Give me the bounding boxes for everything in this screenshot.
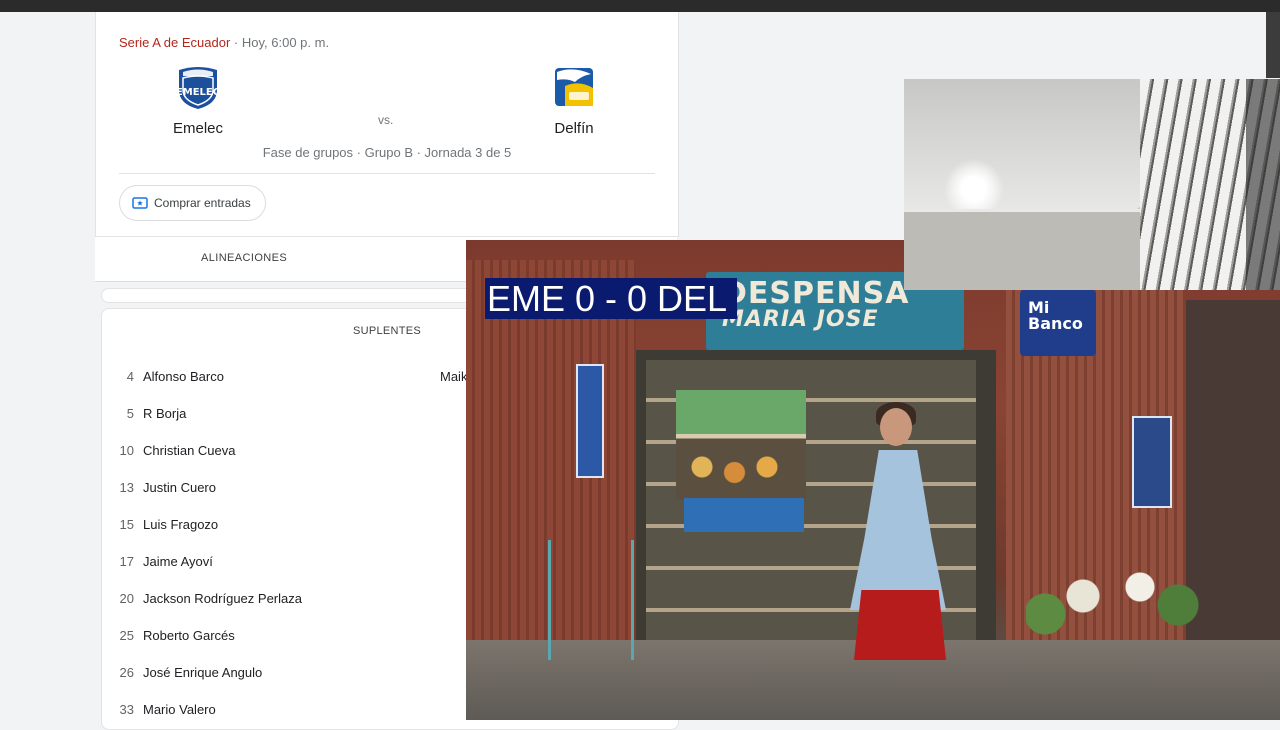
player-name: Luis Fragozo [143, 517, 219, 532]
away-team[interactable]: Delfín [514, 64, 634, 137]
video-person-skirt [854, 590, 946, 660]
player-name: Jackson Rodríguez Perlaza [143, 591, 302, 606]
video-fruit-stand [676, 390, 806, 500]
player-number: 17 [119, 554, 134, 569]
vs-label: vs. [378, 113, 394, 127]
match-card: Serie A de Ecuador · Hoy, 6:00 p. m. EME… [95, 12, 679, 237]
video-crates [684, 498, 804, 532]
score-overlay: EME 0 - 0 DEL [485, 278, 737, 319]
away-substitute-name[interactable]: Maik [440, 369, 467, 384]
video-poster [1132, 416, 1172, 508]
player-number: 20 [119, 591, 134, 606]
match-time: · Hoy, 6:00 p. m. [230, 35, 330, 50]
ticket-icon [132, 197, 148, 209]
shop-sign-line1: DESPENSA [722, 276, 910, 311]
emelec-logo-icon: EMELEC [175, 64, 221, 110]
webcam-overlay[interactable] [904, 79, 1280, 290]
video-chair [548, 540, 634, 660]
buy-tickets-button[interactable]: Comprar entradas [119, 185, 266, 221]
browser-top-bar [0, 0, 1280, 12]
player-number: 13 [119, 480, 134, 495]
match-header: Serie A de Ecuador · Hoy, 6:00 p. m. [119, 35, 329, 50]
player-number: 4 [126, 369, 134, 384]
player-number: 5 [126, 406, 134, 421]
webcam-wall [904, 209, 1144, 290]
video-poster [576, 364, 604, 478]
player-number: 26 [119, 665, 134, 680]
webcam-shadow [1246, 79, 1280, 290]
player-name: Alfonso Barco [143, 369, 224, 384]
player-number: 10 [119, 443, 134, 458]
bank-sign-text: Mi Banco [1028, 298, 1083, 333]
tab-lineups[interactable]: ALINEACIONES [201, 252, 287, 264]
player-name: Jaime Ayoví [143, 554, 213, 569]
match-stage: Fase de grupos · Grupo B · Jornada 3 de … [262, 145, 512, 160]
video-plants [1026, 560, 1216, 650]
video-person-head [880, 408, 912, 446]
buy-tickets-label: Comprar entradas [154, 196, 251, 210]
scrollbar[interactable] [1266, 12, 1280, 78]
delfin-logo-icon [551, 64, 597, 110]
player-number: 25 [119, 628, 134, 643]
svg-text:EMELEC: EMELEC [176, 87, 220, 98]
player-name: R Borja [143, 406, 187, 421]
player-number: 15 [119, 517, 134, 532]
home-team-name: Emelec [172, 120, 224, 137]
player-number: 33 [119, 702, 134, 717]
player-name: José Enrique Angulo [143, 665, 263, 680]
player-name: Mario Valero [143, 702, 216, 717]
away-team-name: Delfín [554, 120, 594, 137]
league-link[interactable]: Serie A de Ecuador [119, 35, 230, 50]
video-bank-sign: Mi Banco [1020, 290, 1096, 356]
player-name: Justin Cuero [143, 480, 216, 495]
player-name: Christian Cueva [143, 443, 236, 458]
home-team[interactable]: EMELEC Emelec [138, 64, 258, 137]
divider [119, 173, 655, 174]
player-name: Roberto Garcés [143, 628, 235, 643]
